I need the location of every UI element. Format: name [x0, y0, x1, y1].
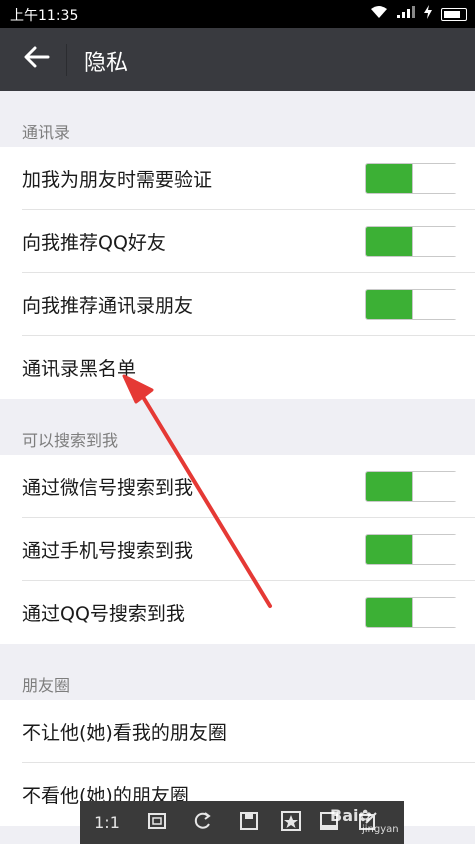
settings-row-recommend-qq[interactable]: 向我推荐QQ好友 — [0, 210, 475, 273]
settings-list: 通讯录 加我为朋友时需要验证 向我推荐QQ好友 向我推荐通讯录朋友 通讯录黑名单 — [0, 91, 475, 826]
status-time: 上午11:35 — [10, 8, 79, 24]
toggle-on-indicator — [366, 164, 412, 193]
page-title: 隐私 — [84, 51, 129, 76]
row-label: 通过手机号搜索到我 — [22, 540, 194, 562]
paw-icon: ✿ — [358, 806, 372, 825]
section-header-searchable: 可以搜索到我 — [0, 399, 475, 455]
row-label: 向我推荐通讯录朋友 — [22, 295, 194, 317]
toggle-switch[interactable] — [365, 163, 458, 194]
settings-row-search-by-phone[interactable]: 通过手机号搜索到我 — [0, 518, 475, 581]
baidu-watermark: Bai✿ — [330, 806, 372, 825]
toggle-on-indicator — [366, 535, 412, 564]
rotate-icon — [193, 811, 213, 835]
fit-screen-button[interactable] — [134, 801, 180, 844]
watermark-brand: Bai — [330, 806, 359, 825]
row-label: 通过QQ号搜索到我 — [22, 603, 185, 625]
toggle-on-indicator — [366, 290, 412, 319]
phone-screen: 上午11:35 隐私 通讯录 加我为朋友时需要验证 向我推荐QQ好友 向我推荐通… — [0, 0, 475, 844]
toggle-switch[interactable] — [365, 597, 458, 628]
settings-row-verify-friend[interactable]: 加我为朋友时需要验证 — [0, 147, 475, 210]
settings-row-recommend-contacts[interactable]: 向我推荐通讯录朋友 — [0, 273, 475, 336]
wifi-icon — [370, 5, 388, 23]
save-button[interactable] — [226, 801, 272, 844]
row-label: 通讯录黑名单 — [22, 358, 137, 380]
status-bar: 上午11:35 — [0, 0, 475, 28]
watermark-sub: jingyan — [362, 824, 399, 835]
nav-bar: 隐私 — [0, 28, 475, 91]
section-header-moments: 朋友圈 — [0, 644, 475, 700]
toggle-knob — [412, 164, 458, 193]
toggle-switch[interactable] — [365, 289, 458, 320]
toggle-switch[interactable] — [365, 471, 458, 502]
settings-row-hide-my-moments[interactable]: 不让他(她)看我的朋友圈 — [0, 700, 475, 763]
settings-row-search-by-wechat-id[interactable]: 通过微信号搜索到我 — [0, 455, 475, 518]
section-header-contacts: 通讯录 — [0, 91, 475, 147]
favorite-icon — [281, 810, 301, 835]
toggle-on-indicator — [366, 227, 412, 256]
toggle-knob — [412, 472, 458, 501]
nav-divider — [66, 44, 67, 76]
rotate-button[interactable] — [180, 801, 226, 844]
signal-icon — [397, 6, 415, 22]
zoom-label: 1:1 — [94, 813, 120, 832]
charging-icon — [424, 5, 432, 23]
toggle-switch[interactable] — [365, 226, 458, 257]
toggle-on-indicator — [366, 472, 412, 501]
back-button[interactable] — [16, 38, 58, 80]
fit-screen-icon — [147, 812, 167, 834]
toggle-knob — [412, 535, 458, 564]
toggle-knob — [412, 598, 458, 627]
row-label: 通过微信号搜索到我 — [22, 477, 194, 499]
toggle-knob — [412, 227, 458, 256]
row-label: 加我为朋友时需要验证 — [22, 169, 213, 191]
toggle-knob — [412, 290, 458, 319]
arrow-left-icon — [24, 46, 50, 72]
settings-row-contacts-blacklist[interactable]: 通讯录黑名单 — [0, 336, 475, 399]
toggle-on-indicator — [366, 598, 412, 627]
battery-icon — [441, 7, 467, 21]
favorite-button[interactable] — [272, 801, 310, 844]
settings-row-search-by-qq[interactable]: 通过QQ号搜索到我 — [0, 581, 475, 644]
row-label: 向我推荐QQ好友 — [22, 232, 166, 254]
zoom-1-1-button[interactable]: 1:1 — [80, 801, 134, 844]
status-icons — [370, 5, 467, 23]
save-icon — [239, 811, 259, 835]
row-label: 不让他(她)看我的朋友圈 — [22, 722, 227, 744]
toggle-switch[interactable] — [365, 534, 458, 565]
